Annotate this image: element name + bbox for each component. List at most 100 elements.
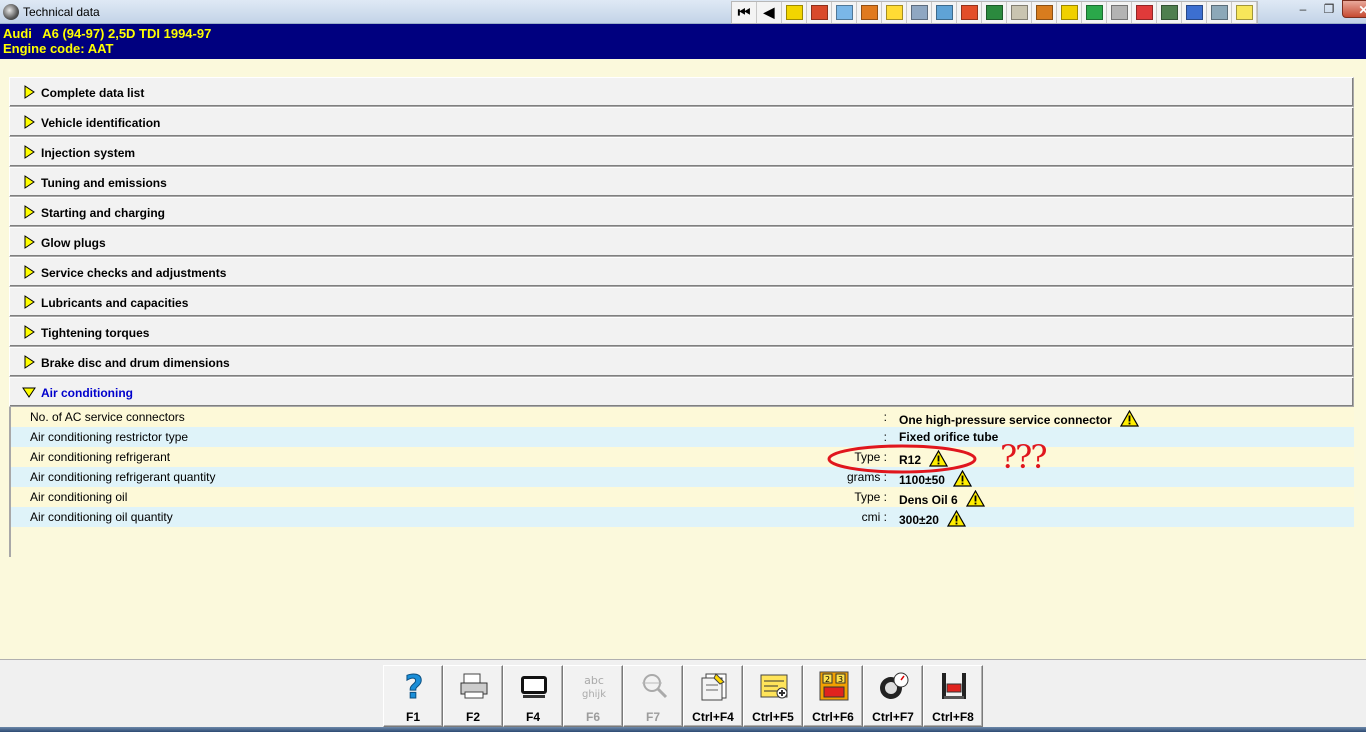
engine-code: Engine code: AAT	[3, 41, 114, 56]
close-button[interactable]: ✕	[1342, 0, 1366, 18]
section-item[interactable]: Glow plugs	[9, 227, 1354, 257]
collapsed-arrow-icon	[24, 85, 35, 99]
svg-text:abc: abc	[584, 674, 604, 687]
fuse-icon	[985, 5, 1003, 20]
fkey-label: Ctrl+F8	[932, 710, 974, 724]
fkey-button-f2[interactable]: F2	[443, 665, 503, 727]
app-icon	[3, 4, 19, 20]
fkey-button-ctrl-f4[interactable]: Ctrl+F4	[683, 665, 743, 727]
previous-page-button[interactable]: ◀	[757, 2, 782, 23]
exit-icon	[1235, 5, 1253, 20]
section-item[interactable]: Tightening torques	[9, 317, 1354, 347]
vehicle-header: Audi A6 (94-97) 2,5D TDI 1994-97 Engine …	[0, 24, 1366, 59]
section-label: Brake disc and drum dimensions	[41, 356, 230, 370]
toolbar-button-belt[interactable]	[957, 2, 982, 23]
warning-icon	[1119, 410, 1139, 427]
row-label: Air conditioning refrigerant quantity	[30, 470, 216, 484]
toolbar-button-ac[interactable]	[1082, 2, 1107, 23]
toolbar-button-numbers[interactable]	[1057, 2, 1082, 23]
plane-icon	[835, 5, 853, 20]
restore-button[interactable]: ❐	[1316, 0, 1342, 18]
row-value: Dens Oil 6	[899, 490, 985, 507]
abc-icon: abc ghijk	[578, 670, 610, 702]
gauge-icon	[910, 5, 928, 20]
fkey-button-f4[interactable]: F4	[503, 665, 563, 727]
collapsed-arrow-icon	[24, 295, 35, 309]
toolbar-button-wrench[interactable]	[932, 2, 957, 23]
section-item[interactable]: Injection system	[9, 137, 1354, 167]
air-conditioning-panel: No. of AC service connectors: One high-pr…	[9, 407, 1354, 557]
toolbar-button-triangle[interactable]	[1182, 2, 1207, 23]
toolbar-button-ignition[interactable]	[882, 2, 907, 23]
note-icon	[698, 670, 730, 702]
fkey-button-ctrl-f8[interactable]: Ctrl+F8	[923, 665, 983, 727]
magnifier-icon	[638, 670, 670, 702]
doc-icon	[810, 5, 828, 20]
ac-data-row: Air conditioning oil quantity cmi : 300±20	[11, 507, 1354, 527]
ac-data-row: Air conditioning restrictor type: Fixed o…	[11, 427, 1354, 447]
ac-data-row: Air conditioning refrigerant quantity gra…	[11, 467, 1354, 487]
row-label: Air conditioning refrigerant	[30, 450, 171, 464]
section-item[interactable]: Tuning and emissions	[9, 167, 1354, 197]
ac-data-row: No. of AC service connectors: One high-pr…	[11, 407, 1354, 427]
gauge-icon	[878, 670, 910, 702]
row-value: R12	[899, 450, 949, 467]
belt-icon	[960, 5, 978, 20]
toolbar-button-warning[interactable]	[782, 2, 807, 23]
section-item[interactable]: Service checks and adjustments	[9, 257, 1354, 287]
section-label: Tuning and emissions	[41, 176, 167, 190]
screen-icon	[518, 670, 550, 702]
fkey-label: F1	[405, 710, 420, 724]
toolbar-button-fuse[interactable]	[982, 2, 1007, 23]
collapsed-arrow-icon	[24, 355, 35, 369]
fkey-button-ctrl-f6[interactable]: 2 3 Ctrl+F6	[803, 665, 863, 727]
fkey-label: F4	[525, 710, 540, 724]
fkey-button-f1[interactable]: ? F1	[383, 665, 443, 727]
svg-text:3: 3	[838, 675, 843, 684]
svg-text:2: 2	[825, 675, 830, 684]
row-label: Air conditioning oil quantity	[30, 510, 173, 524]
ac-data-row: Air conditioning refrigerant Type : R12	[11, 447, 1354, 467]
toolbar-button-gauge[interactable]	[907, 2, 932, 23]
fkey-button-ctrl-f5[interactable]: Ctrl+F5	[743, 665, 803, 727]
row-value-text: 1100±50	[899, 473, 945, 487]
toolbar-button-clock[interactable]	[1157, 2, 1182, 23]
warning-icon	[952, 470, 972, 487]
module-toolbar: ⏮ ◀	[731, 1, 1258, 24]
fkey-button-f7[interactable]: F7	[623, 665, 683, 727]
toolbar-button-car[interactable]	[1132, 2, 1157, 23]
toolbar-button-bottle[interactable]	[1032, 2, 1057, 23]
row-value: 300±20	[899, 510, 966, 527]
section-air-conditioning[interactable]: Air conditioning	[9, 377, 1354, 407]
toolbar-button-exit[interactable]	[1232, 2, 1257, 23]
toolbar-button-torque[interactable]	[1107, 2, 1132, 23]
section-item[interactable]: Brake disc and drum dimensions	[9, 347, 1354, 377]
toolbar-button-engine[interactable]	[857, 2, 882, 23]
collapsed-arrow-icon	[24, 145, 35, 159]
section-item[interactable]: Complete data list	[9, 77, 1354, 107]
section-item[interactable]: Vehicle identification	[9, 107, 1354, 137]
fkey-label: Ctrl+F6	[812, 710, 854, 724]
row-value: 1100±50	[899, 470, 972, 487]
section-item[interactable]: Starting and charging	[9, 197, 1354, 227]
bottle-icon	[1035, 5, 1053, 20]
first-page-button[interactable]: ⏮	[732, 2, 757, 23]
fkey-button-f6[interactable]: abc ghijk F6	[563, 665, 623, 727]
row-label: No. of AC service connectors	[30, 410, 185, 424]
lubrication-icon	[1010, 5, 1028, 20]
first-page-icon: ⏮	[737, 4, 751, 20]
toolbar-button-doc[interactable]	[807, 2, 832, 23]
minimize-button[interactable]: –	[1290, 0, 1316, 18]
toolbar-button-lubrication[interactable]	[1007, 2, 1032, 23]
toolbar-button-van[interactable]	[1207, 2, 1232, 23]
toolbar-button-plane[interactable]	[832, 2, 857, 23]
section-label: Tightening torques	[41, 326, 150, 340]
title-bar[interactable]: Technical data ⏮ ◀ – ❐ ✕	[0, 0, 1366, 24]
section-label: Lubricants and capacities	[41, 296, 189, 310]
fkey-button-ctrl-f7[interactable]: Ctrl+F7	[863, 665, 923, 727]
row-value-text: R12	[899, 453, 922, 467]
engine-icon	[860, 5, 878, 20]
technical-data-window: Technical data ⏮ ◀ – ❐ ✕ Audi A6 (94-97)…	[0, 0, 1366, 732]
svg-text:?: ?	[405, 670, 424, 702]
section-item[interactable]: Lubricants and capacities	[9, 287, 1354, 317]
